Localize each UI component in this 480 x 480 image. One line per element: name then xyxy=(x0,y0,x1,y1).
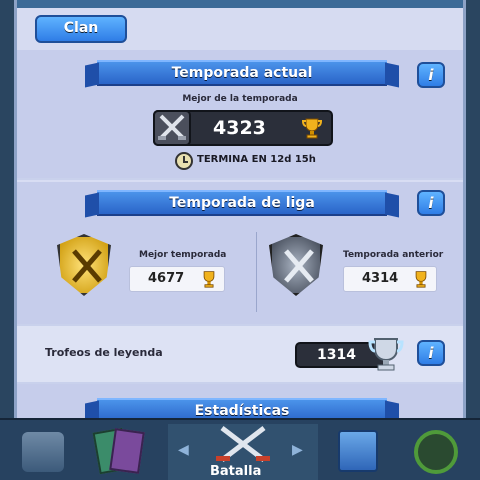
current-season-title: Temporada actual xyxy=(97,60,387,86)
season-best-box: 4323 xyxy=(153,110,333,146)
gold-trophy-icon xyxy=(415,271,427,288)
season-best-label: Mejor de la temporada xyxy=(182,94,298,104)
cards-tab[interactable] xyxy=(86,424,156,480)
social-people-icon xyxy=(338,430,378,472)
stats-title: Estadísticas xyxy=(97,398,387,418)
clan-row: Clan xyxy=(17,8,463,50)
season-best-value: 4323 xyxy=(213,117,266,139)
gold-league-shield-icon xyxy=(57,234,111,296)
legend-trophy-icon xyxy=(368,338,404,371)
best-season-box: 4677 xyxy=(129,266,225,292)
legend-trophies-label: Trofeos de leyenda xyxy=(45,346,163,359)
legend-trophies-value: 1314 xyxy=(317,347,356,363)
current-season-section: Temporada actual i Mejor de la temporada… xyxy=(17,50,463,178)
bottom-nav: ◀ Batalla ▶ xyxy=(0,418,480,480)
silver-league-shield-icon xyxy=(269,234,323,296)
tournaments-tab[interactable] xyxy=(404,424,470,480)
best-season-label: Mejor temporada xyxy=(139,250,227,260)
nav-left-arrow-icon[interactable]: ◀ xyxy=(178,442,189,458)
current-season-info-button[interactable]: i xyxy=(417,62,445,88)
league-season-info-button[interactable]: i xyxy=(417,190,445,216)
league-season-title: Temporada de liga xyxy=(97,190,387,216)
clan-button[interactable]: Clan xyxy=(35,15,127,43)
best-season-value: 4677 xyxy=(148,271,185,286)
gold-trophy-icon xyxy=(203,271,215,288)
laurel-sword-icon xyxy=(414,430,458,474)
left-frame xyxy=(0,0,14,420)
nav-right-arrow-icon[interactable]: ▶ xyxy=(292,442,303,458)
battle-tab-label: Batalla xyxy=(210,464,262,479)
battle-swords-icon xyxy=(216,426,270,462)
season-ends-text: TERMINA EN 12d 15h xyxy=(197,154,316,165)
social-tab[interactable] xyxy=(332,424,392,480)
profile-panel: Clan Temporada actual i Mejor de la temp… xyxy=(14,0,466,418)
shop-tab[interactable] xyxy=(14,424,72,480)
clock-icon xyxy=(175,152,193,170)
crossed-swords-icon xyxy=(153,110,191,146)
league-season-section: Temporada de liga i Mejor temporada 4677 xyxy=(17,180,463,324)
battle-tab[interactable]: ◀ Batalla ▶ xyxy=(168,424,318,480)
stats-section: Estadísticas xyxy=(17,384,463,418)
previous-season-label: Temporada anterior xyxy=(343,250,444,260)
shop-chest-icon xyxy=(22,432,64,472)
league-divider xyxy=(256,232,257,312)
gold-trophy-icon xyxy=(301,118,323,139)
legend-trophies-row: Trofeos de leyenda 1314 i xyxy=(17,326,463,382)
previous-season-box: 4314 xyxy=(343,266,437,292)
previous-season-value: 4314 xyxy=(362,271,399,286)
legend-trophies-info-button[interactable]: i xyxy=(417,340,445,366)
panel-top-strip xyxy=(17,0,463,8)
right-frame xyxy=(466,0,480,420)
